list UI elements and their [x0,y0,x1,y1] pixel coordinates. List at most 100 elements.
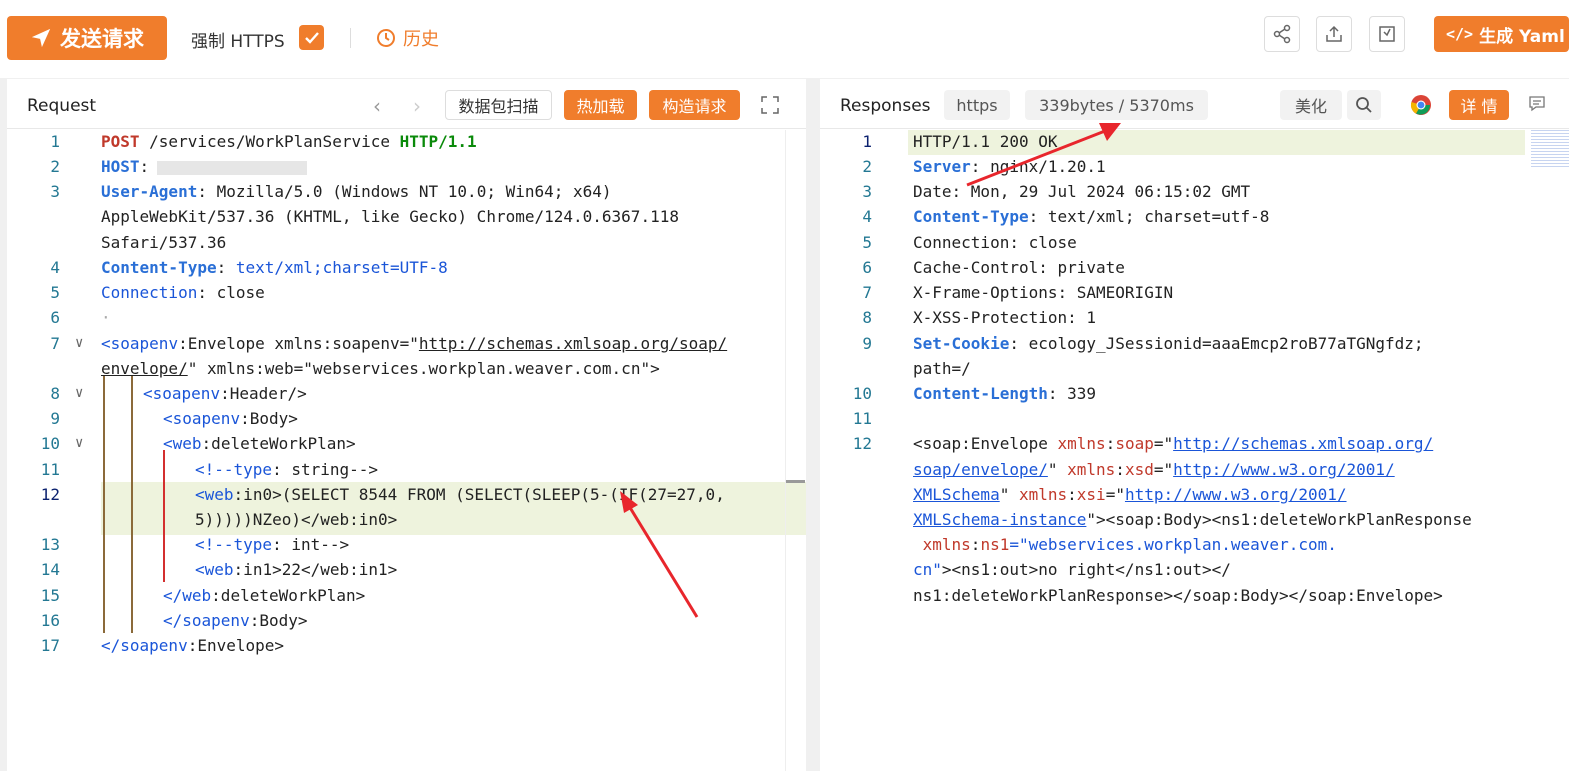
protocol-badge: https [944,90,1010,120]
line-number: 10 [852,384,872,403]
fold-chevron-icon[interactable]: ∨ [75,385,83,401]
search-icon [1356,97,1372,113]
line-number: 10 [40,434,60,453]
code-line: cn"><ns1:out>no right</ns1:out></ [913,560,1231,579]
response-title: Responses [840,96,931,116]
search-button[interactable] [1347,90,1381,120]
line-number: 8 [50,384,60,403]
hot-reload-button[interactable]: 热加载 [564,90,637,120]
line-number: 11 [40,460,60,479]
share-button[interactable] [1264,16,1300,52]
comment-icon[interactable] [1528,95,1546,113]
request-title: Request [27,96,97,116]
prev-arrow-icon[interactable]: ‹ [373,94,381,118]
next-arrow-icon[interactable]: › [413,94,421,118]
response-panel-header: Responses https 339bytes / 5370ms 美化 详 情 [820,79,1569,129]
code-icon: </> [1446,25,1474,43]
share-icon [1273,24,1291,44]
annotation-arrow [966,123,1121,187]
code-line: </soapenv:Envelope> [101,636,285,655]
send-request-label: 发送请求 [60,27,144,51]
send-icon [31,28,51,48]
history-button[interactable]: 历史 [376,25,439,51]
clock-icon [377,29,395,47]
line-number: 15 [40,586,60,605]
code-line: Content-Type: text/xml;charset=UTF-8 [101,258,448,277]
code-line: xmlns:ns1="webservices.workplan.weaver.c… [913,535,1337,554]
code-line: X-Frame-Options: SAMEORIGIN [913,283,1174,302]
code-line: 5)))))NZeo)</web:in0> [195,510,398,529]
code-line: <!--type: int--> [195,535,350,554]
response-stats-badge: 339bytes / 5370ms [1025,90,1208,120]
upload-icon [1326,25,1342,42]
indent-guide [131,375,133,633]
line-number: 3 [862,182,872,201]
line-number: 13 [40,535,60,554]
line-number: 2 [862,157,872,176]
code-line: POST /services/WorkPlanService HTTP/1.1 [101,132,477,151]
export-button[interactable] [1316,16,1352,52]
fold-chevron-icon[interactable]: ∨ [75,435,83,451]
code-line: <soap:Envelope xmlns:soap="http://schema… [913,434,1434,453]
line-number: 12 [852,434,872,453]
code-line: Safari/537.36 [101,233,227,252]
code-line: XMLSchema-instance"><soap:Body><ns1:dele… [913,510,1472,529]
line-number: 1 [862,132,872,151]
indent-guide [163,450,165,582]
code-line: </soapenv:Body> [163,611,308,630]
download-icon [1379,26,1395,42]
annotation-arrow [620,491,699,618]
check-icon [304,31,319,44]
code-line: Connection: close [913,233,1077,252]
chrome-icon[interactable] [1410,94,1432,116]
line-number: 7 [50,334,60,353]
line-number: 6 [50,308,60,327]
line-number: 14 [40,560,60,579]
code-line: AppleWebKit/537.36 (KHTML, like Gecko) C… [101,207,689,226]
code-line: Content-Length: 339 [913,384,1097,403]
editor-scrollbar-track[interactable] [785,130,786,771]
line-number: 1 [50,132,60,151]
code-line: XMLSchema" xmlns:xsi="http://www.w3.org/… [913,485,1347,504]
fullscreen-icon[interactable] [761,96,779,114]
toolbar-divider [350,28,351,48]
code-line: X-XSS-Protection: 1 [913,308,1097,327]
code-line: <web:in1>22</web:in1> [195,560,398,579]
overview-ruler-mark [785,480,805,483]
code-line: · [101,308,111,327]
line-number: 7 [862,283,872,302]
send-request-button[interactable]: 发送请求 [7,16,167,60]
force-https-checkbox[interactable] [299,25,324,50]
fold-chevron-icon[interactable]: ∨ [75,335,83,351]
line-number: 2 [50,157,60,176]
generate-yaml-button[interactable]: </> 生成 Yaml [1434,16,1569,52]
line-number: 11 [852,409,872,428]
code-line: <web:deleteWorkPlan> [163,434,356,453]
line-number: 17 [40,636,60,655]
code-line: path=/ [913,359,971,378]
code-line: HOST: [101,157,308,176]
line-number: 5 [862,233,872,252]
minimap[interactable] [1531,130,1569,168]
packet-scan-button[interactable]: 数据包扫描 [445,90,552,120]
code-line: <soapenv:Header/> [143,384,307,403]
line-number: 5 [50,283,60,302]
line-number: 3 [50,182,60,201]
line-number: 4 [862,207,872,226]
generate-yaml-label: 生成 Yaml [1479,26,1565,47]
import-button[interactable] [1369,16,1405,52]
code-line: User-Agent: Mozilla/5.0 (Windows NT 10.0… [101,182,622,201]
line-number: 9 [50,409,60,428]
line-number: 8 [862,308,872,327]
code-line: <soapenv:Envelope xmlns:soapenv="http://… [101,334,728,353]
build-request-button[interactable]: 构造请求 [649,90,740,120]
code-line: Set-Cookie: ecology_JSessionid=aaaEmcp2r… [913,334,1434,353]
details-button[interactable]: 详 情 [1449,90,1509,120]
code-line: ns1:deleteWorkPlanResponse></soap:Body><… [913,586,1443,605]
code-line: Content-Type: text/xml; charset=utf-8 [913,207,1270,226]
beautify-button[interactable]: 美化 [1280,90,1342,120]
code-line: Cache-Control: private [913,258,1125,277]
line-number: 16 [40,611,60,630]
indent-guide [103,375,105,633]
top-toolbar: 发送请求 强制 HTTPS 历史 </> 生成 Yaml [0,0,1569,78]
